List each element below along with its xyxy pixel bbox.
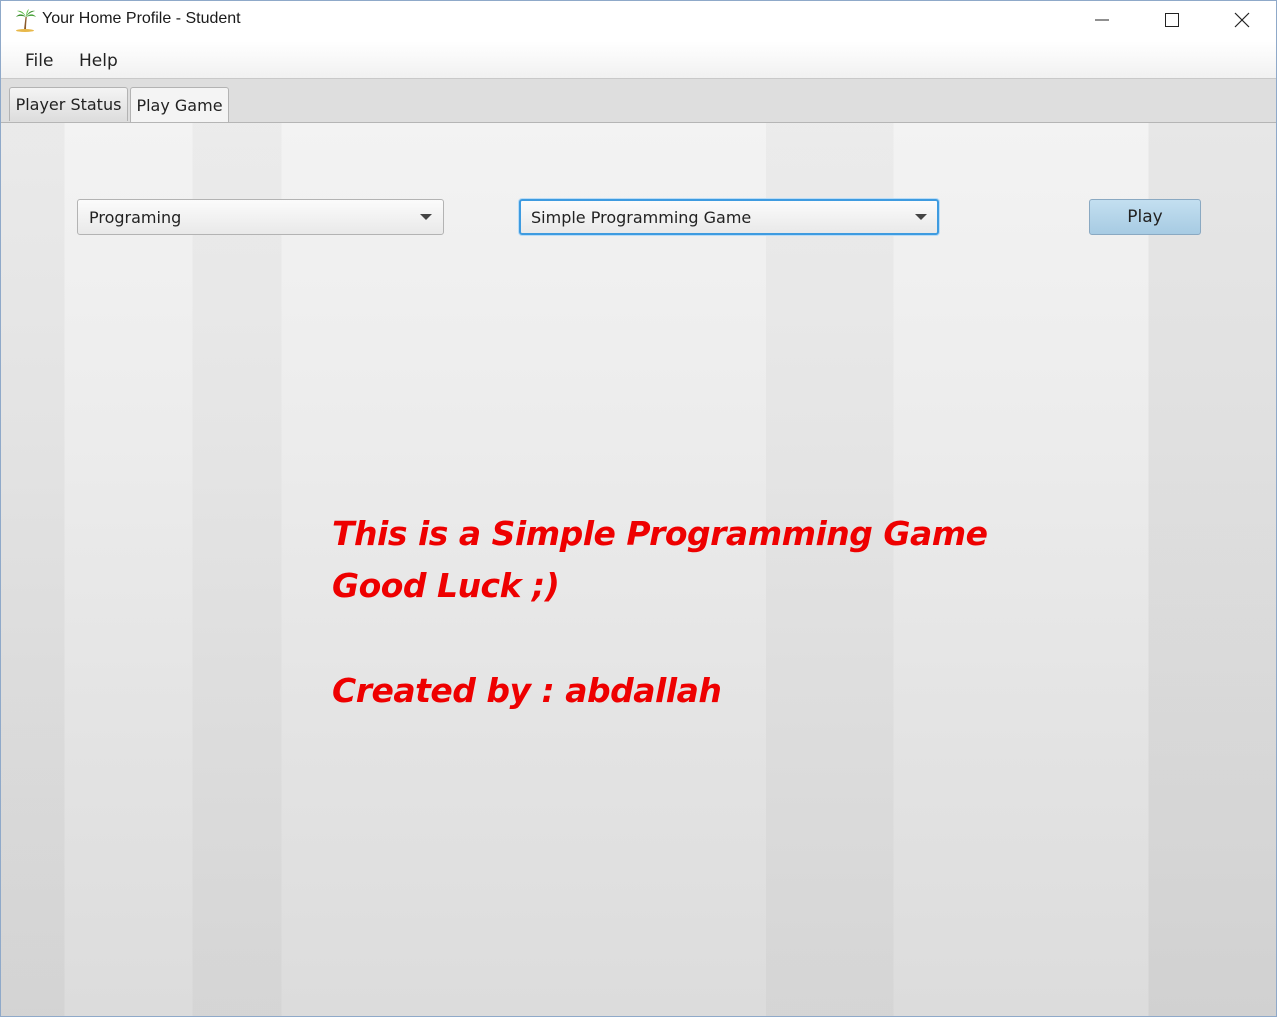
- chevron-down-icon: [420, 214, 432, 220]
- game-select-value: Simple Programming Game: [531, 208, 752, 227]
- tab-play-game[interactable]: Play Game: [130, 87, 229, 122]
- message-line-good-luck: Good Luck ;): [332, 566, 560, 605]
- message-line-title: This is a Simple Programming Game: [332, 514, 988, 553]
- play-button[interactable]: Play: [1089, 199, 1201, 235]
- tab-bar: Player Status Play Game: [1, 79, 1276, 123]
- tab-player-status[interactable]: Player Status: [9, 87, 128, 121]
- close-button[interactable]: [1219, 1, 1265, 39]
- message-line-credit: Created by : abdallah: [332, 671, 722, 710]
- play-game-panel: Programing Simple Programming Game Play …: [1, 123, 1276, 1016]
- window-title: Your Home Profile - Student: [42, 10, 241, 27]
- app-window: Your Home Profile - Student File Help Pl…: [0, 0, 1277, 1017]
- maximize-icon: [1165, 13, 1179, 27]
- close-icon: [1234, 12, 1250, 28]
- category-select[interactable]: Programing: [77, 199, 444, 235]
- menu-file[interactable]: File: [25, 51, 53, 71]
- maximize-button[interactable]: [1149, 1, 1195, 39]
- palm-tree-icon: [13, 8, 37, 32]
- title-bar[interactable]: Your Home Profile - Student: [1, 1, 1276, 41]
- menu-help[interactable]: Help: [79, 51, 118, 71]
- game-select[interactable]: Simple Programming Game: [519, 199, 939, 235]
- minimize-icon: [1095, 19, 1109, 21]
- menu-bar: File Help: [1, 41, 1276, 79]
- minimize-button[interactable]: [1079, 1, 1125, 39]
- chevron-down-icon: [915, 214, 927, 220]
- category-select-value: Programing: [89, 208, 182, 227]
